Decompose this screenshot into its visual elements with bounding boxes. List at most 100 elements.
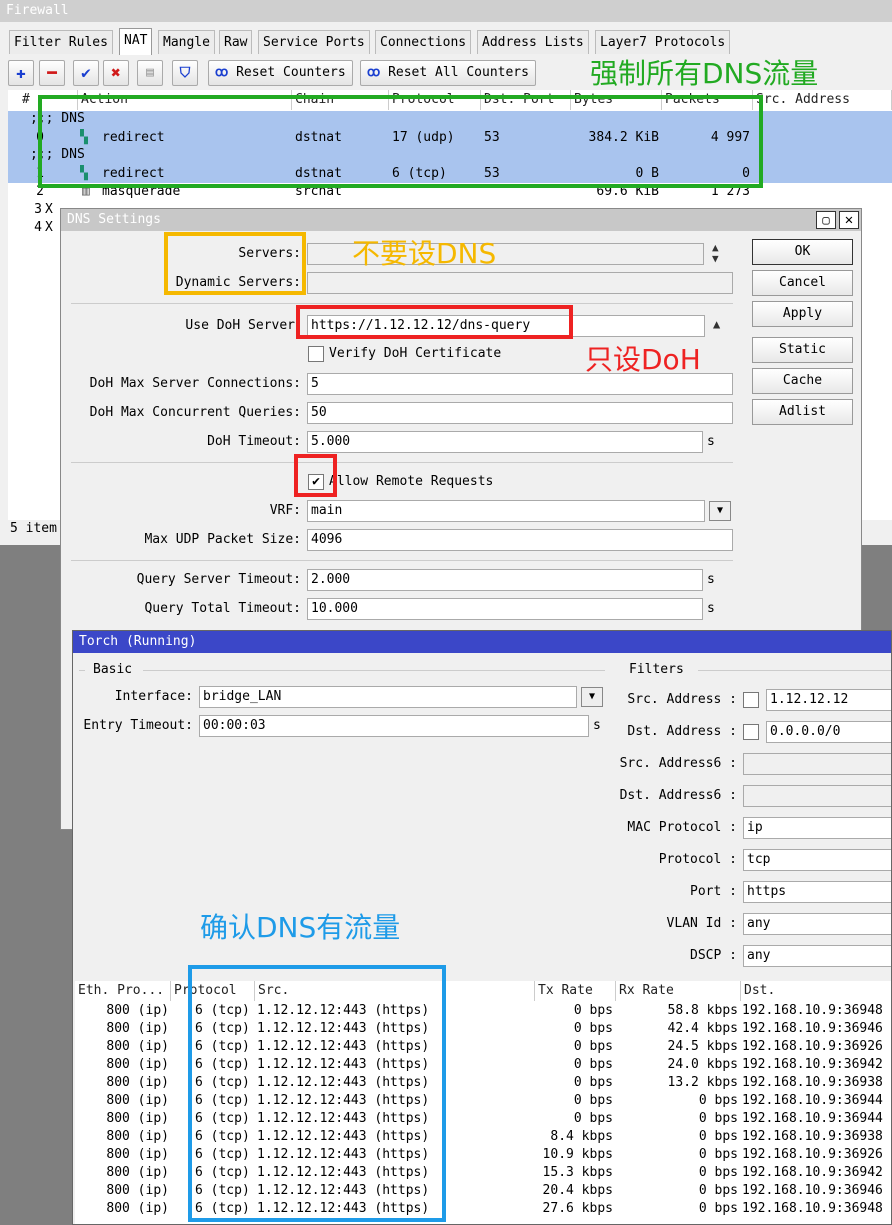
query-total-timeout-input[interactable]: 10.000	[307, 598, 703, 620]
query-server-timeout-input[interactable]: 2.000	[307, 569, 703, 591]
tab-layer7-protocols[interactable]: Layer7 Protocols	[595, 30, 731, 54]
torch-cell-dst: 192.168.10.9:36942	[742, 1057, 883, 1072]
tab-raw[interactable]: Raw	[219, 30, 253, 54]
tab-connections[interactable]: Connections	[375, 30, 472, 54]
torch-cell-rx: 0 bps	[698, 1129, 738, 1144]
vrf-select[interactable]: main	[307, 500, 705, 522]
dst-address-input[interactable]: 0.0.0.0/0	[766, 721, 891, 743]
static-button[interactable]: Static	[752, 337, 853, 363]
adlist-button[interactable]: Adlist	[752, 399, 853, 425]
src-address-label: Src. Address :	[627, 692, 737, 707]
col-src-address[interactable]: Src. Address	[753, 90, 892, 110]
interface-select[interactable]: bridge_LAN	[199, 686, 577, 708]
torch-cell-tx: 0 bps	[573, 1003, 613, 1018]
doh-collapse-icon[interactable]: ▲	[713, 317, 720, 331]
reset-all-counters-button[interactable]: ꝏ Reset All Counters	[360, 60, 536, 86]
src-address6-input[interactable]	[743, 753, 891, 775]
doh-timeout-input[interactable]: 5.000	[307, 431, 703, 453]
torch-cell-dst: 192.168.10.9:36938	[742, 1129, 883, 1144]
dynamic-servers-field[interactable]	[307, 272, 733, 294]
src-address-not-checkbox[interactable]	[743, 692, 759, 708]
filters-group-label: Filters	[629, 662, 684, 677]
torch-cell-dst: 192.168.10.9:36946	[742, 1183, 883, 1198]
reset-all-icon: ꝏ	[367, 65, 389, 80]
protocol-input[interactable]: tcp	[743, 849, 891, 871]
ok-button[interactable]: OK	[752, 239, 853, 265]
dst-address-label: Dst. Address :	[627, 724, 737, 739]
col-tx-rate[interactable]: Tx Rate	[535, 981, 616, 1001]
verify-doh-checkbox[interactable]	[308, 346, 324, 362]
torch-cell-eth: 800 (ip)	[106, 1003, 169, 1018]
separator	[79, 670, 85, 671]
dscp-input[interactable]: any	[743, 945, 891, 967]
protocol-label: Protocol :	[658, 852, 737, 867]
torch-cell-dst: 192.168.10.9:36948	[742, 1201, 883, 1216]
torch-cell-tx: 0 bps	[573, 1111, 613, 1126]
torch-cell-tx: 15.3 kbps	[542, 1165, 613, 1180]
dst-address6-label: Dst. Address6 :	[619, 788, 737, 803]
doh-timeout-label: DoH Timeout:	[207, 434, 301, 449]
col-dst[interactable]: Dst.	[741, 981, 891, 1001]
dst-address6-input[interactable]	[743, 785, 891, 807]
dst-address-not-checkbox[interactable]	[743, 724, 759, 740]
col-rx-rate[interactable]: Rx Rate	[616, 981, 741, 1001]
rule-num: 3	[34, 202, 42, 217]
cache-button[interactable]: Cache	[752, 368, 853, 394]
torch-cell-dst: 192.168.10.9:36942	[742, 1165, 883, 1180]
close-icon[interactable]: ✕	[839, 211, 859, 229]
col-eth-protocol[interactable]: Eth. Pro...	[75, 981, 171, 1001]
add-button[interactable]: ✚	[8, 60, 34, 86]
orange-highlight-box	[164, 232, 306, 295]
torch-cell-eth: 800 (ip)	[106, 1165, 169, 1180]
tab-filter-rules[interactable]: Filter Rules	[9, 30, 113, 54]
port-label: Port :	[690, 884, 737, 899]
rule-disabled-flag: X	[45, 220, 53, 235]
torch-cell-rx: 58.8 kbps	[667, 1003, 738, 1018]
dscp-label: DSCP :	[690, 948, 737, 963]
query-server-timeout-label: Query Server Timeout:	[136, 572, 301, 587]
mac-protocol-input[interactable]: ip	[743, 817, 891, 839]
filter-icon[interactable]: ⛉	[172, 60, 198, 86]
torch-cell-tx: 8.4 kbps	[550, 1129, 613, 1144]
torch-cell-dst: 192.168.10.9:36944	[742, 1093, 883, 1108]
annotation-force-dns: 强制所有DNS流量	[590, 57, 819, 90]
cancel-button[interactable]: Cancel	[752, 270, 853, 296]
vrf-dropdown-icon[interactable]: ▼	[709, 501, 731, 521]
annotation-only-doh: 只设DoH	[585, 343, 701, 376]
torch-cell-rx: 0 bps	[698, 1147, 738, 1162]
comment-icon[interactable]: ▤	[137, 60, 163, 86]
reset-counters-button[interactable]: ꝏ Reset Counters	[208, 60, 353, 86]
torch-cell-rx: 24.0 kbps	[667, 1057, 738, 1072]
tab-nat[interactable]: NAT	[119, 28, 153, 55]
torch-cell-rx: 0 bps	[698, 1165, 738, 1180]
maximize-icon[interactable]: ▢	[816, 211, 836, 229]
torch-cell-eth: 800 (ip)	[106, 1039, 169, 1054]
interface-label: Interface:	[114, 689, 193, 704]
torch-cell-rx: 42.4 kbps	[667, 1021, 738, 1036]
apply-button[interactable]: Apply	[752, 301, 853, 327]
tab-address-lists[interactable]: Address Lists	[477, 30, 589, 54]
torch-cell-eth: 800 (ip)	[106, 1201, 169, 1216]
vlan-id-input[interactable]: any	[743, 913, 891, 935]
src-address-input[interactable]: 1.12.12.12	[766, 689, 891, 711]
torch-cell-eth: 800 (ip)	[106, 1075, 169, 1090]
vrf-label: VRF:	[269, 503, 301, 518]
vlan-id-label: VLAN Id :	[666, 916, 737, 931]
remove-button[interactable]: ━	[39, 60, 65, 86]
tab-mangle[interactable]: Mangle	[158, 30, 215, 54]
servers-updown-icon[interactable]: ▲ ▼	[712, 242, 719, 264]
src-address6-label: Src. Address6 :	[619, 756, 737, 771]
disable-button[interactable]: ✖	[103, 60, 129, 86]
entry-timeout-input[interactable]: 00:00:03	[199, 715, 589, 737]
max-udp-input[interactable]: 4096	[307, 529, 733, 551]
torch-cell-rx: 0 bps	[698, 1183, 738, 1198]
tab-service-ports[interactable]: Service Ports	[258, 30, 370, 54]
enable-button[interactable]: ✔	[73, 60, 99, 86]
annotation-confirm-dns: 确认DNS有流量	[200, 911, 401, 944]
torch-cell-tx: 0 bps	[573, 1057, 613, 1072]
torch-cell-eth: 800 (ip)	[106, 1057, 169, 1072]
doh-max-queries-input[interactable]: 50	[307, 402, 733, 424]
rule-disabled-flag: X	[45, 202, 53, 217]
port-input[interactable]: https	[743, 881, 891, 903]
torch-cell-dst: 192.168.10.9:36944	[742, 1111, 883, 1126]
